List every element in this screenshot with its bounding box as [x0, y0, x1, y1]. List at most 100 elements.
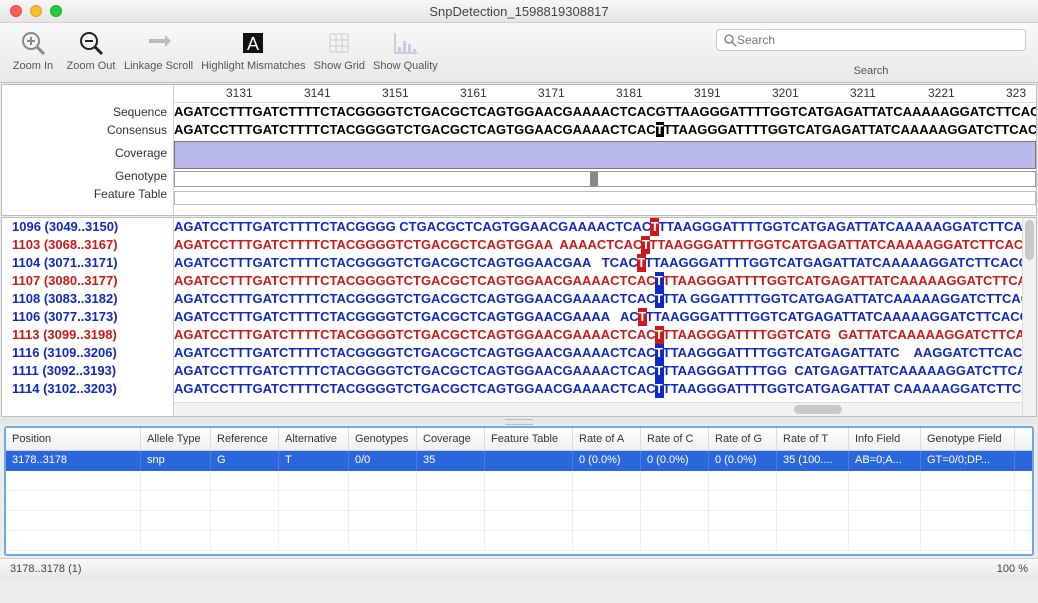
read-label[interactable]: 1096 (3049..3150)	[12, 218, 173, 236]
ruler-tick: 3131	[226, 86, 253, 100]
toolbar: Zoom In Zoom Out Linkage Scroll A Highli…	[0, 23, 1038, 83]
read-line[interactable]: AGATCCTTTGATCTTTTCTACGGGG CTGACGCTCAGTGG…	[174, 218, 1036, 236]
col-position[interactable]: Position	[6, 428, 141, 450]
search-box[interactable]	[716, 29, 1026, 51]
ruler-tick: 3201	[772, 86, 799, 100]
search-input[interactable]	[737, 33, 1019, 47]
position-ruler: 3131314131513161317131813191320132113221…	[174, 85, 1036, 103]
panel-splitter[interactable]	[0, 418, 1038, 424]
scrollbar-thumb[interactable]	[794, 405, 842, 414]
zoom-out-label: Zoom Out	[67, 60, 116, 72]
col-rate-g[interactable]: Rate of G	[709, 428, 777, 450]
ruler-tick: 3221	[928, 86, 955, 100]
feature-table-track-label: Feature Table	[2, 185, 167, 203]
col-info-field[interactable]: Info Field	[849, 428, 921, 450]
genotype-snp-marker	[590, 172, 598, 186]
track-labels: Sequence Consensus Coverage Genotype Fea…	[2, 85, 174, 215]
feature-table-track	[174, 191, 1036, 205]
show-grid-label: Show Grid	[314, 60, 365, 72]
ruler-tick: 3181	[616, 86, 643, 100]
read-line[interactable]: AGATCCTTTGATCTTTTCTACGGGGTCTGACGCTCAGTGG…	[174, 308, 1036, 326]
zoom-out-button[interactable]: Zoom Out	[66, 27, 116, 72]
reads-alignment-view[interactable]: AGATCCTTTGATCTTTTCTACGGGG CTGACGCTCAGTGG…	[174, 218, 1036, 416]
read-label[interactable]: 1106 (3077..3173)	[12, 308, 173, 326]
table-cell: 0/0	[349, 451, 417, 471]
search-icon	[723, 33, 737, 47]
ruler-tick: 3211	[850, 86, 876, 100]
linkage-scroll-button[interactable]: Linkage Scroll	[124, 27, 193, 72]
snp-table: Position Allele Type Reference Alternati…	[4, 426, 1034, 556]
zoom-out-icon	[75, 27, 107, 59]
highlight-mismatches-icon: A	[237, 27, 269, 59]
read-line[interactable]: AGATCCTTTGATCTTTTCTACGGGGTCTGACGCTCAGTGG…	[174, 380, 1036, 398]
col-coverage[interactable]: Coverage	[417, 428, 485, 450]
coverage-track	[174, 141, 1036, 169]
show-grid-button[interactable]: Show Grid	[314, 27, 365, 72]
table-row[interactable]	[6, 471, 1032, 491]
quality-chart-icon	[389, 27, 421, 59]
reference-sequence: AGATCCTTTGATCTTTTCTACGGGGTCTGACGCTCAGTGG…	[174, 103, 1036, 121]
col-alternative[interactable]: Alternative	[279, 428, 349, 450]
read-label[interactable]: 1108 (3083..3182)	[12, 290, 173, 308]
search-label: Search	[854, 65, 889, 77]
ruler-tick: 3161	[460, 86, 487, 100]
grid-icon	[323, 27, 355, 59]
read-label[interactable]: 1113 (3099..3198)	[12, 326, 173, 344]
sequence-panel: Sequence Consensus Coverage Genotype Fea…	[1, 84, 1037, 216]
table-cell: 35 (100....	[777, 451, 849, 471]
show-quality-button[interactable]: Show Quality	[373, 27, 438, 72]
zoom-in-icon	[17, 27, 49, 59]
table-cell: snp	[141, 451, 211, 471]
read-line[interactable]: AGATCCTTTGATCTTTTCTACGGGGTCTGACGCTCAGTGG…	[174, 326, 1036, 344]
snp-table-header: Position Allele Type Reference Alternati…	[6, 428, 1032, 451]
horizontal-scrollbar[interactable]	[174, 402, 1022, 416]
vertical-scrollbar[interactable]	[1022, 218, 1036, 416]
reads-panel: 1096 (3049..3150)1103 (3068..3167)1104 (…	[1, 217, 1037, 417]
read-line[interactable]: AGATCCTTTGATCTTTTCTACGGGGTCTGACGCTCAGTGG…	[174, 236, 1036, 254]
zoom-in-button[interactable]: Zoom In	[8, 27, 58, 72]
read-label[interactable]: 1103 (3068..3167)	[12, 236, 173, 254]
scrollbar-thumb[interactable]	[1025, 220, 1034, 260]
status-bar: 3178..3178 (1) 100 %	[0, 558, 1038, 578]
zoom-in-label: Zoom In	[13, 60, 53, 72]
col-allele-type[interactable]: Allele Type	[141, 428, 211, 450]
col-rate-t[interactable]: Rate of T	[777, 428, 849, 450]
read-line[interactable]: AGATCCTTTGATCTTTTCTACGGGGTCTGACGCTCAGTGG…	[174, 272, 1036, 290]
read-line[interactable]: AGATCCTTTGATCTTTTCTACGGGGTCTGACGCTCAGTGG…	[174, 344, 1036, 362]
table-row[interactable]: 3178..3178snpGT0/0350 (0.0%)0 (0.0%)0 (0…	[6, 451, 1032, 471]
read-label[interactable]: 1107 (3080..3177)	[12, 272, 173, 290]
col-feature-table[interactable]: Feature Table	[485, 428, 573, 450]
read-label[interactable]: 1114 (3102..3203)	[12, 380, 173, 398]
status-left: 3178..3178 (1)	[10, 563, 82, 575]
highlight-mismatches-button[interactable]: A Highlight Mismatches	[201, 27, 306, 72]
read-label[interactable]: 1111 (3092..3193)	[12, 362, 173, 380]
highlight-mismatches-label: Highlight Mismatches	[201, 60, 306, 72]
read-label[interactable]: 1116 (3109..3206)	[12, 344, 173, 362]
table-cell: GT=0/0;DP...	[921, 451, 1015, 471]
window-titlebar: SnpDetection_1598819308817	[0, 0, 1038, 23]
table-row[interactable]	[6, 531, 1032, 551]
snp-highlight: T	[656, 122, 664, 137]
sequence-view[interactable]: 3131314131513161317131813191320132113221…	[174, 85, 1036, 215]
snp-table-body[interactable]: 3178..3178snpGT0/0350 (0.0%)0 (0.0%)0 (0…	[6, 451, 1032, 554]
table-row[interactable]	[6, 511, 1032, 531]
ruler-tick: 3141	[304, 86, 331, 100]
consensus-track-label: Consensus	[2, 121, 167, 139]
col-rate-c[interactable]: Rate of C	[641, 428, 709, 450]
read-line[interactable]: AGATCCTTTGATCTTTTCTACGGGGTCTGACGCTCAGTGG…	[174, 362, 1036, 380]
col-rate-a[interactable]: Rate of A	[573, 428, 641, 450]
col-reference[interactable]: Reference	[211, 428, 279, 450]
ruler-tick: 3191	[694, 86, 721, 100]
read-label[interactable]: 1104 (3071..3171)	[12, 254, 173, 272]
search-wrap: Search	[716, 29, 1026, 77]
col-genotype-field[interactable]: Genotype Field	[921, 428, 1015, 450]
table-row[interactable]	[6, 491, 1032, 511]
svg-text:A: A	[247, 34, 259, 54]
read-line[interactable]: AGATCCTTTGATCTTTTCTACGGGGTCTGACGCTCAGTGG…	[174, 290, 1036, 308]
genotype-track-label: Genotype	[2, 167, 167, 185]
col-genotypes[interactable]: Genotypes	[349, 428, 417, 450]
show-quality-label: Show Quality	[373, 60, 438, 72]
table-cell: 35	[417, 451, 485, 471]
read-line[interactable]: AGATCCTTTGATCTTTTCTACGGGGTCTGACGCTCAGTGG…	[174, 254, 1036, 272]
ruler-tick: 3171	[538, 86, 565, 100]
